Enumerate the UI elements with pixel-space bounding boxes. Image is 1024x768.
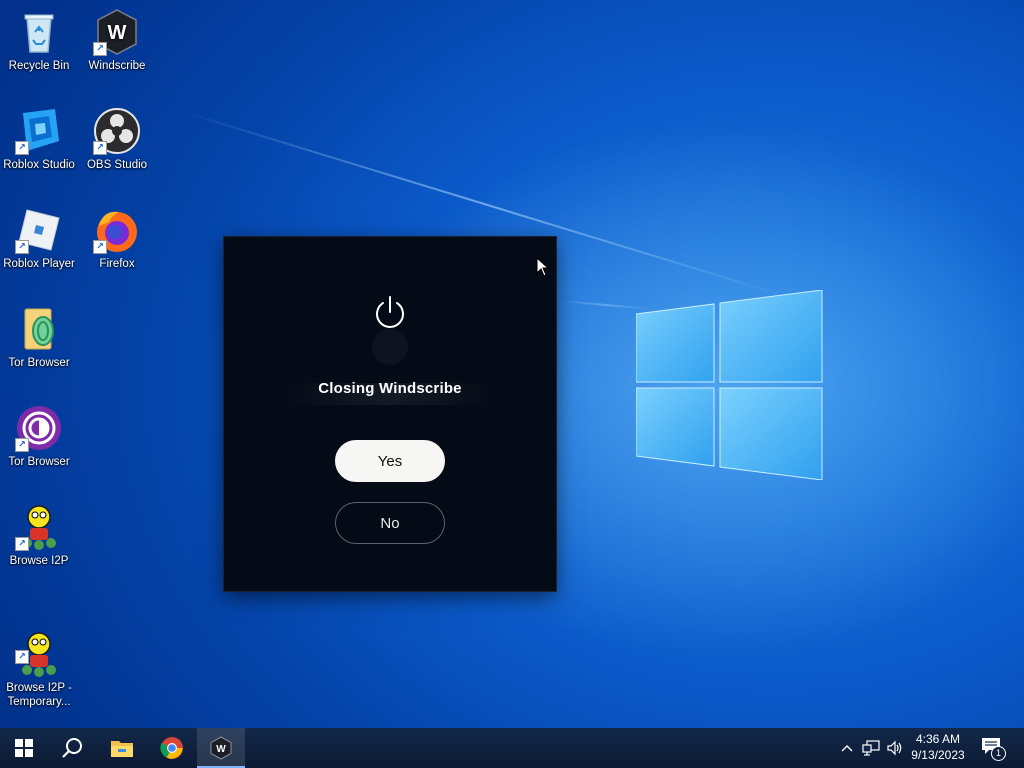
desktop-icon-label: Tor Browser (8, 357, 70, 369)
power-icon (376, 296, 404, 328)
desktop-icon-roblox-player[interactable]: ↗ Roblox Player (1, 206, 77, 271)
desktop-icon-label: Roblox Studio (3, 159, 75, 171)
desktop-icon-label: Browse I2P (9, 555, 69, 567)
shortcut-arrow-icon: ↗ (15, 438, 29, 452)
dialog-title: Closing Windscribe (318, 380, 462, 397)
yes-button[interactable]: Yes (335, 440, 445, 482)
windscribe-icon: W (210, 736, 232, 760)
windows-logo-wallpaper (635, 289, 824, 481)
taskbar: W 4:36 AM 9/13/2023 1 (0, 728, 1024, 768)
desktop-icon-label: Firefox (99, 258, 135, 270)
desktop-icon-tor-browser-folder[interactable]: Tor Browser (1, 305, 77, 370)
mouse-cursor-icon (536, 257, 550, 277)
desktop-icon-label: Windscribe (88, 60, 146, 72)
desktop-icon-browse-i2p[interactable]: ↗ Browse I2P (1, 503, 77, 568)
desktop-icon-label: OBS Studio (86, 159, 148, 171)
shortcut-arrow-icon: ↗ (15, 240, 29, 254)
desktop-icon-label: Tor Browser (8, 456, 70, 468)
recycle-bin-icon (24, 14, 54, 53)
desktop-icon-label: Roblox Player (3, 258, 75, 270)
taskbar-windscribe[interactable]: W (197, 728, 245, 768)
svg-text:W: W (108, 22, 127, 44)
search-icon (62, 738, 82, 758)
desktop-icon-label: Recycle Bin (8, 60, 70, 72)
windscribe-close-dialog: Closing Windscribe Yes No (224, 237, 556, 591)
taskbar-chrome[interactable] (148, 728, 196, 768)
chevron-up-icon (841, 745, 853, 752)
show-hidden-icons-button[interactable] (837, 738, 857, 758)
desktop-icon-firefox[interactable]: ↗ Firefox (79, 206, 155, 271)
file-explorer-icon (111, 741, 133, 757)
notification-count-badge: 1 (991, 746, 1006, 761)
desktop-icon-windscribe[interactable]: W ↗ Windscribe (79, 8, 155, 73)
desktop-icon-obs-studio[interactable]: ↗ OBS Studio (79, 107, 155, 172)
desktop-icon-browse-i2p-temporary[interactable]: ↗ Browse I2P - Temporary... (1, 602, 77, 709)
windows-start-icon (15, 739, 33, 757)
shortcut-arrow-icon: ↗ (93, 141, 107, 155)
clock-date: 9/13/2023 (911, 748, 965, 762)
desktop-icon-recycle-bin[interactable]: Recycle Bin (1, 8, 77, 73)
action-center-button[interactable]: 1 (980, 736, 1006, 761)
taskbar-file-explorer[interactable] (98, 728, 146, 768)
desktop-icon-roblox-studio[interactable]: ↗ Roblox Studio (1, 107, 77, 172)
start-button[interactable] (0, 728, 48, 768)
taskbar-clock[interactable]: 4:36 AM 9/13/2023 (900, 731, 976, 763)
desktop-icon-tor-browser[interactable]: ↗ Tor Browser (1, 404, 77, 469)
chrome-icon (160, 737, 183, 759)
shortcut-arrow-icon: ↗ (93, 42, 107, 56)
network-icon (862, 740, 880, 756)
shortcut-arrow-icon: ↗ (15, 141, 29, 155)
clock-time: 4:36 AM (915, 732, 961, 746)
desktop-icon-label: Browse I2P - Temporary... (6, 682, 72, 708)
shortcut-arrow-icon: ↗ (15, 537, 29, 551)
svg-text:W: W (216, 744, 226, 755)
shortcut-arrow-icon: ↗ (15, 650, 29, 664)
desktop-wallpaper: Recycle Bin W ↗ Windscribe ↗ Roblox Stud… (0, 0, 1024, 768)
tor-browser-folder-icon (24, 308, 54, 350)
no-button[interactable]: No (335, 502, 445, 544)
search-button[interactable] (48, 728, 96, 768)
network-button[interactable] (861, 738, 881, 758)
dimmed-background-logo (372, 329, 408, 365)
shortcut-arrow-icon: ↗ (93, 240, 107, 254)
